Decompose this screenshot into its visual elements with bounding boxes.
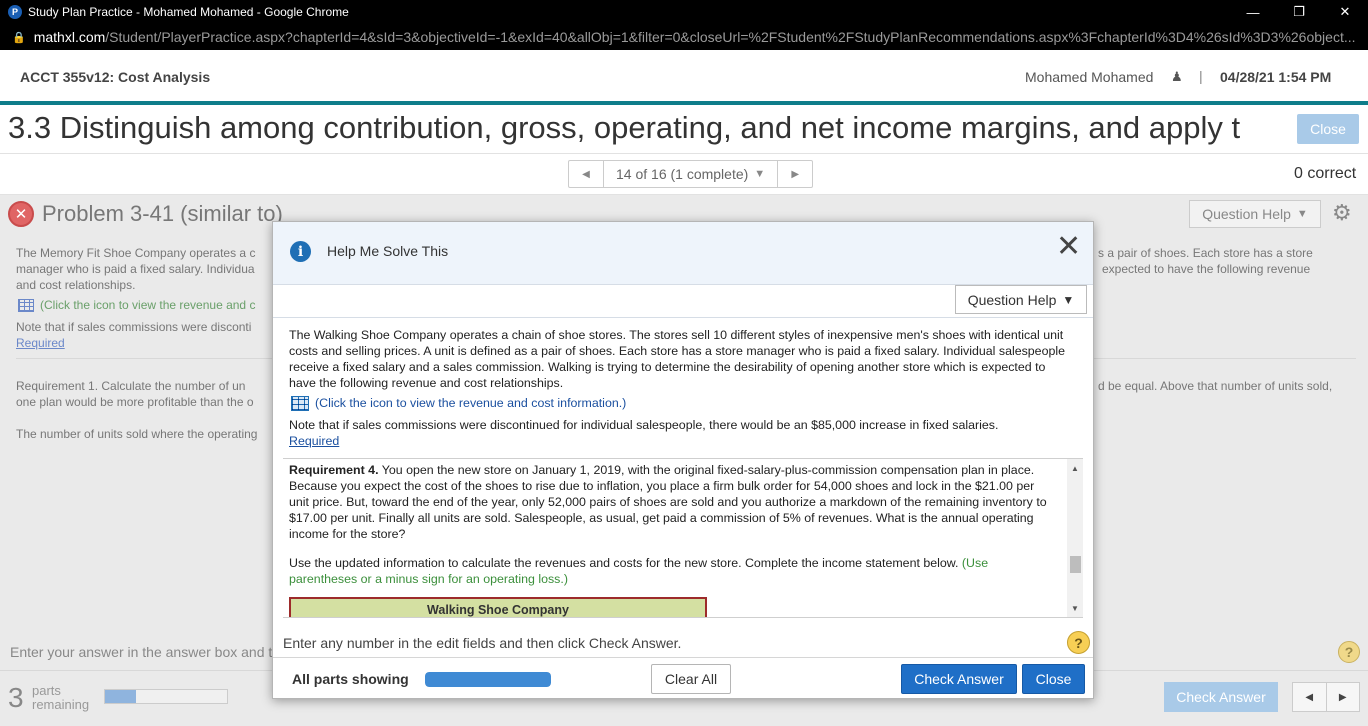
check-answer-button-bg[interactable]: Check Answer: [1164, 682, 1278, 712]
info-icon: i: [290, 241, 311, 262]
divider: [273, 657, 1093, 658]
course-header: ACCT 355v12: Cost Analysis Mohamed Moham…: [0, 50, 1368, 102]
bg-note: Note that if sales commissions were disc…: [16, 320, 252, 334]
bg-enter-answer-hint: Enter your answer in the answer box and …: [10, 644, 273, 660]
bg-problem-line1: The Memory Fit Shoe Company operates a c: [16, 246, 256, 260]
user-name: Mohamed Mohamed: [1025, 69, 1154, 85]
user-icon: ♟: [1171, 69, 1183, 84]
window-title: Study Plan Practice - Mohamed Mohamed - …: [28, 5, 349, 19]
bg-requirement-1-right: d be equal. Above that number of units s…: [1098, 379, 1333, 393]
bg-requirement-1: Requirement 1. Calculate the number of u…: [16, 379, 246, 393]
parts-remaining-count: 3: [8, 682, 24, 713]
close-dialog-icon[interactable]: ✕: [1056, 229, 1081, 264]
lock-icon: 🔒: [12, 31, 26, 44]
next-icon[interactable]: ▶: [1325, 683, 1360, 711]
help-question-icon[interactable]: ?: [1067, 631, 1090, 654]
bg-problem-line2: manager who is paid a fixed salary. Indi…: [16, 262, 255, 276]
bg-problem-line1-right: s a pair of shoes. Each store has a stor…: [1098, 246, 1313, 260]
scroll-down-icon[interactable]: ▼: [1067, 601, 1083, 615]
window-controls: — ❐ ✕: [1230, 0, 1368, 24]
bg-requirement-1-line2: one plan would be more profitable than t…: [16, 395, 254, 409]
incorrect-x-icon: ✕: [8, 201, 34, 227]
scrollbar[interactable]: ▲ ▼: [1067, 459, 1083, 617]
problem-intro: The Walking Shoe Company operates a chai…: [289, 328, 1066, 390]
requirement-scroll-pane[interactable]: Requirement 4. You open the new store on…: [283, 458, 1083, 618]
divider: [0, 153, 1368, 154]
instructions-text: Use the updated information to calculate…: [289, 556, 962, 570]
use-updated-instructions: Use the updated information to calculate…: [289, 555, 1047, 587]
close-window-icon[interactable]: ✕: [1322, 0, 1368, 24]
parts-progress-fill: [105, 690, 136, 703]
question-help-label: Question Help: [967, 291, 1057, 308]
prev-question-icon[interactable]: ◀: [569, 161, 603, 187]
browser-title-bar: P Study Plan Practice - Mohamed Mohamed …: [0, 0, 1368, 24]
page-title: 3.3 Distinguish among contribution, gros…: [8, 110, 1241, 145]
close-button[interactable]: Close: [1022, 664, 1085, 694]
parts-remaining-label: parts remaining: [32, 684, 89, 712]
required-link[interactable]: Required: [289, 433, 339, 449]
chevron-down-icon: ▼: [1296, 208, 1308, 220]
question-pager: ◀ 14 of 16 (1 complete) ▼ ▶: [568, 160, 814, 188]
scroll-thumb[interactable]: [1070, 556, 1081, 573]
parts-label-line1: parts: [32, 683, 61, 698]
requirement-4-text: You open the new store on January 1, 201…: [289, 463, 1047, 541]
income-statement-table-header: Walking Shoe Company: [289, 597, 707, 617]
dialog-header: i Help Me Solve This ✕: [273, 222, 1093, 285]
bg-units-sold: The number of units sold where the opera…: [16, 427, 258, 441]
question-help-label: Question Help: [1202, 206, 1291, 222]
help-me-solve-dialog: i Help Me Solve This ✕ Question Help ▼ T…: [272, 221, 1094, 699]
parts-label-line2: remaining: [32, 697, 90, 712]
commission-note: Note that if sales commissions were disc…: [289, 418, 999, 432]
problem-title: Problem 3-41 (similar to): [42, 201, 283, 226]
scroll-up-icon[interactable]: ▲: [1067, 461, 1083, 475]
table-info-link[interactable]: (Click the icon to view the revenue and …: [291, 395, 627, 412]
question-help-button-bg[interactable]: Question Help ▼: [1189, 200, 1321, 228]
dialog-title: Help Me Solve This: [327, 243, 449, 259]
bg-question-nav: ◀ ▶: [1292, 682, 1360, 712]
table-icon[interactable]: [18, 299, 34, 313]
url-host: mathxl.com: [33, 29, 106, 45]
parts-progress-bar: [104, 689, 228, 704]
gear-icon[interactable]: ⚙: [1332, 200, 1352, 226]
clear-all-button[interactable]: Clear All: [651, 664, 731, 694]
close-objective-button[interactable]: Close: [1297, 114, 1359, 144]
requirement-4-label: Requirement 4.: [289, 463, 379, 477]
address-bar[interactable]: 🔒 mathxl.com/Student/PlayerPractice.aspx…: [0, 24, 1368, 50]
url-path: /Student/PlayerPractice.aspx?chapterId=4…: [105, 29, 1356, 45]
parts-progress-fill: [425, 672, 551, 687]
requirement-4: Requirement 4. You open the new store on…: [289, 462, 1047, 542]
minimize-icon[interactable]: —: [1230, 0, 1276, 24]
prev-icon[interactable]: ◀: [1293, 683, 1326, 711]
next-question-icon[interactable]: ▶: [778, 161, 812, 187]
divider: [273, 317, 1093, 318]
course-title: ACCT 355v12: Cost Analysis: [20, 69, 211, 85]
parts-progress-bar: [425, 672, 551, 687]
question-help-button[interactable]: Question Help ▼: [955, 285, 1087, 314]
chevron-down-icon: ▼: [1062, 292, 1075, 307]
bg-table-link[interactable]: (Click the icon to view the revenue and …: [18, 297, 255, 313]
bg-table-link-text: (Click the icon to view the revenue and …: [40, 298, 256, 312]
check-answer-button[interactable]: Check Answer: [901, 664, 1017, 694]
bg-required-link[interactable]: Required: [16, 335, 65, 351]
help-question-icon[interactable]: ?: [1338, 641, 1360, 663]
restore-icon[interactable]: ❐: [1276, 0, 1322, 24]
table-info-link-text: (Click the icon to view the revenue and …: [315, 396, 627, 410]
question-position: 14 of 16 (1 complete): [616, 166, 749, 182]
all-parts-showing-label: All parts showing: [292, 671, 409, 687]
pearson-favicon-icon: P: [8, 5, 22, 19]
bg-problem-line2-right: expected to have the following revenue: [1102, 262, 1311, 276]
header-divider: [0, 101, 1368, 105]
question-selector[interactable]: 14 of 16 (1 complete) ▼: [603, 161, 779, 187]
enter-number-hint: Enter any number in the edit fields and …: [283, 635, 682, 651]
bg-problem-line3: and cost relationships.: [16, 278, 136, 292]
correct-count: 0 correct: [1294, 165, 1357, 182]
header-separator: |: [1199, 68, 1203, 84]
datetime: 04/28/21 1:54 PM: [1220, 69, 1332, 85]
chevron-down-icon: ▼: [754, 168, 766, 180]
table-icon[interactable]: [291, 396, 309, 412]
